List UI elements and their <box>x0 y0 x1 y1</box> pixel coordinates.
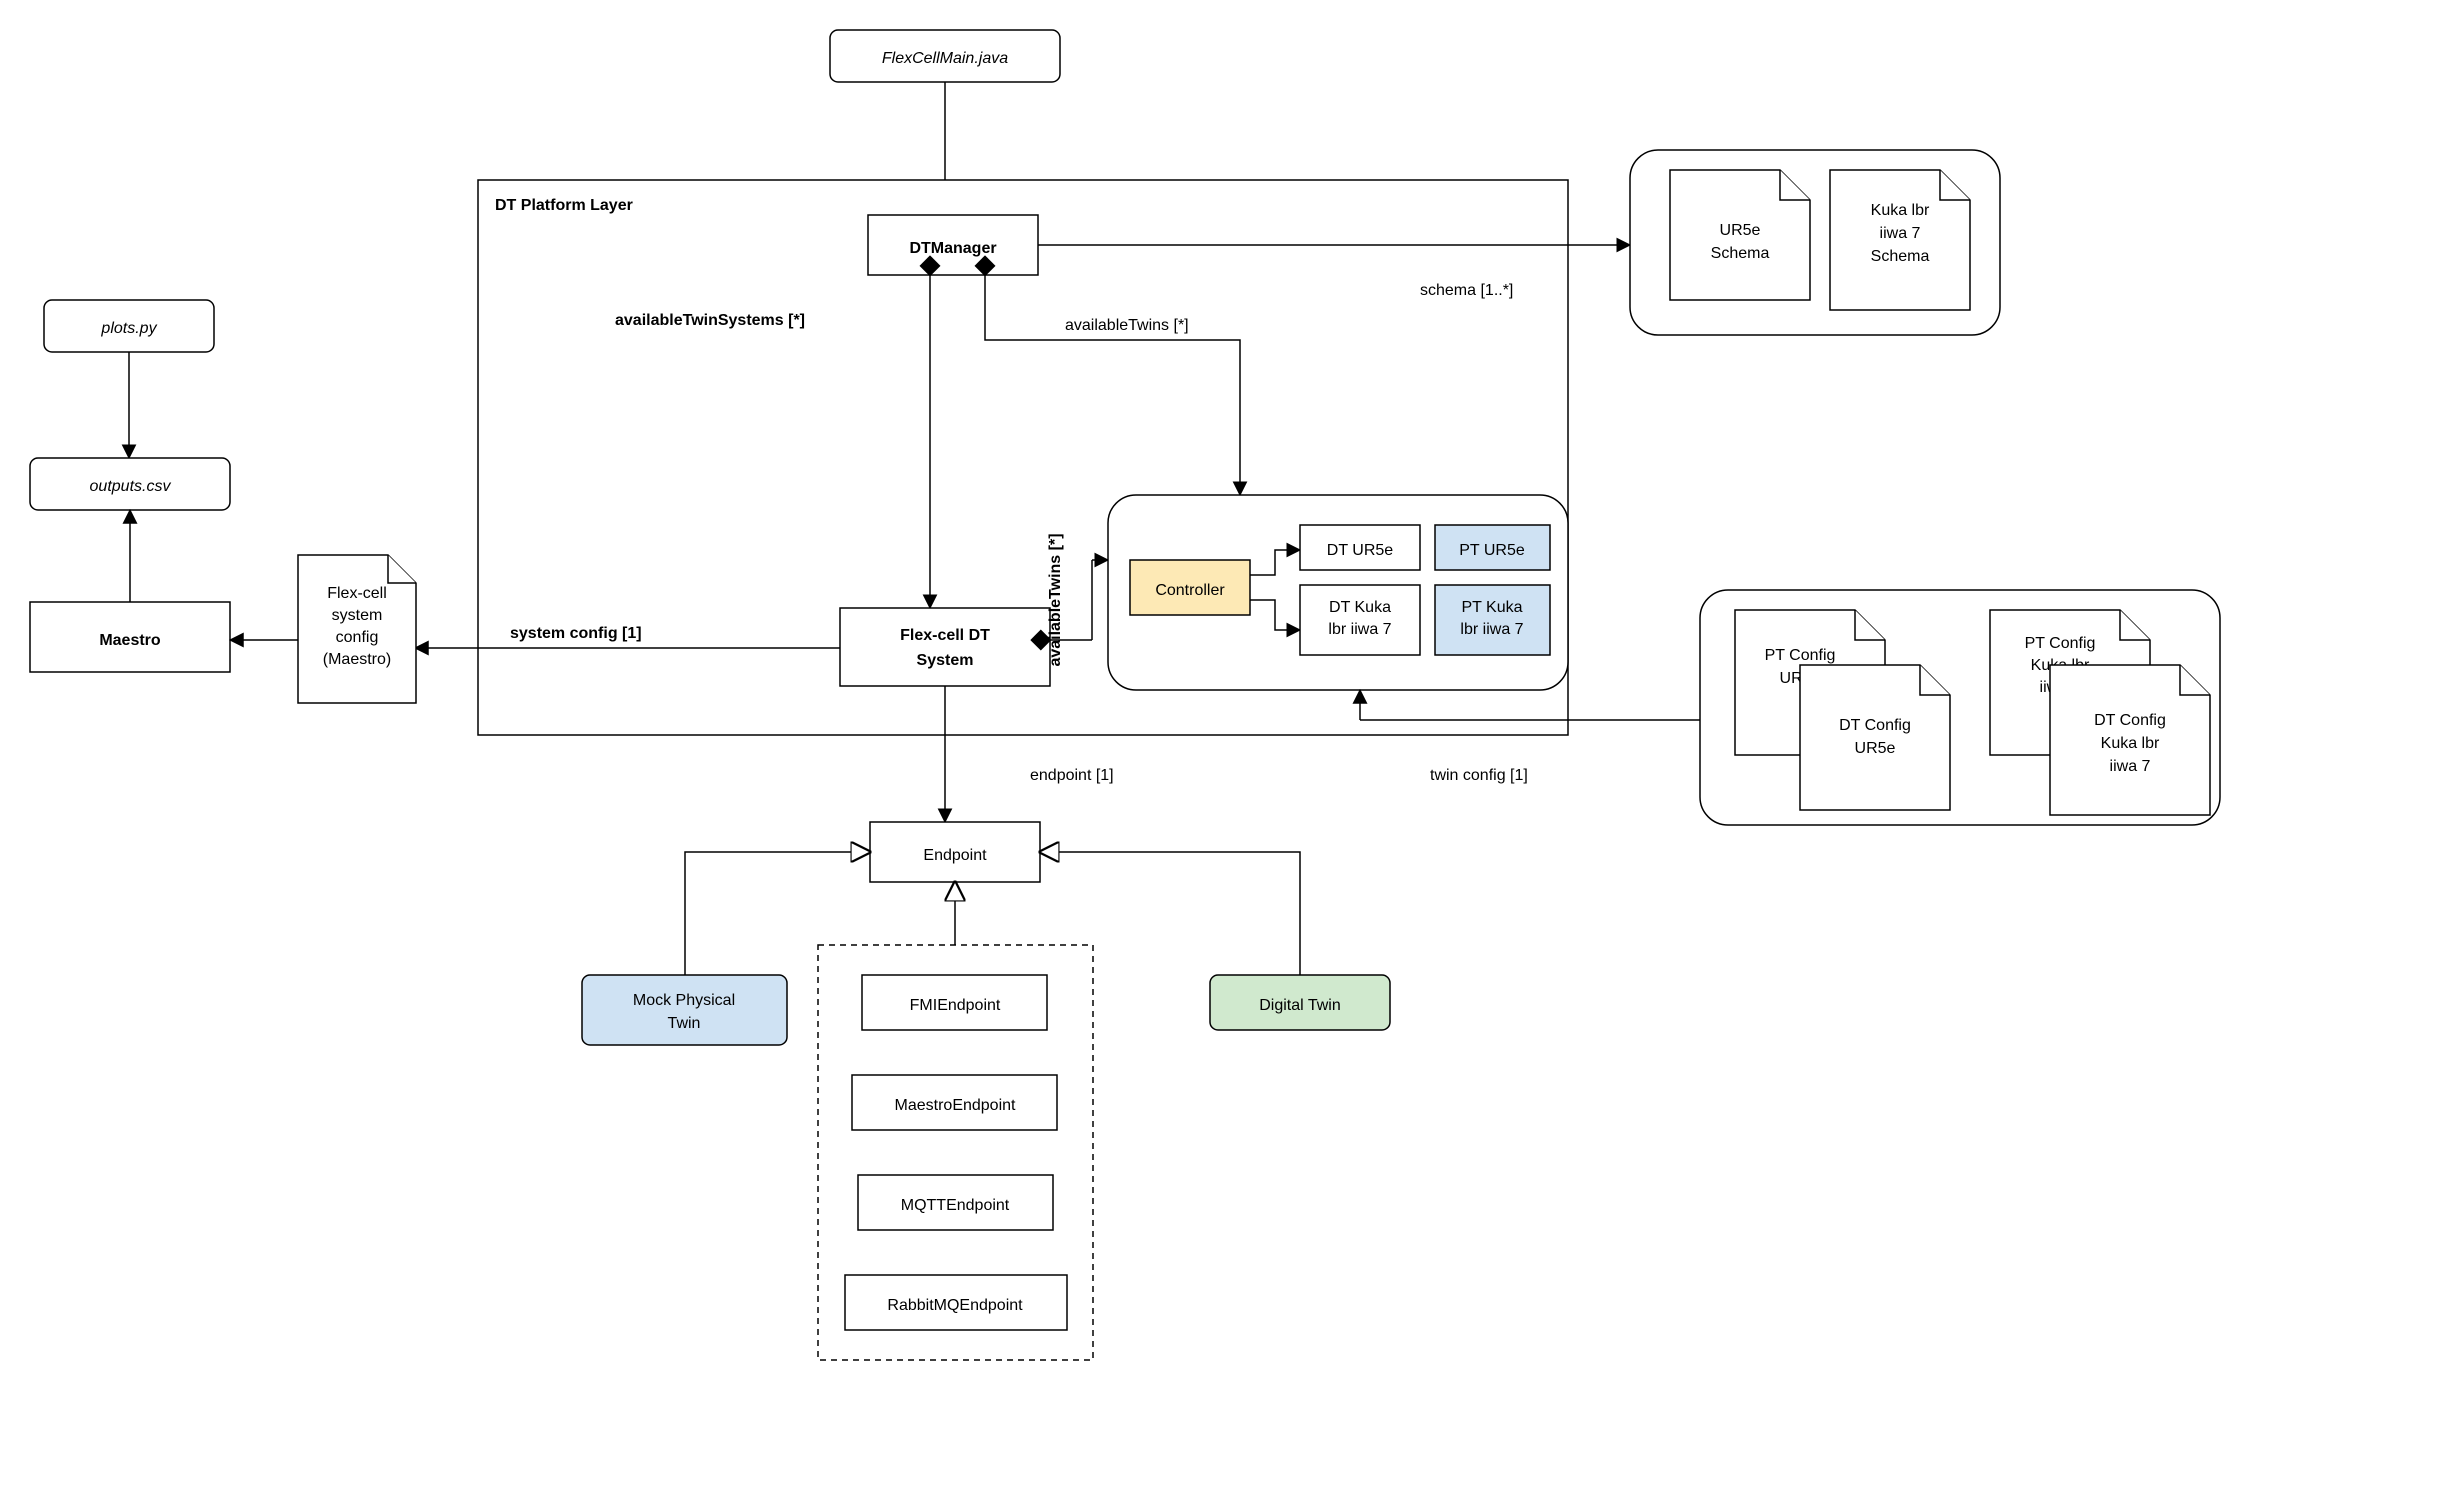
dt-kuka-label-2: lbr iiwa 7 <box>1328 621 1391 638</box>
svg-text:config: config <box>336 629 379 646</box>
schema-label: schema [1..*] <box>1420 282 1513 299</box>
svg-text:UR5e: UR5e <box>1855 740 1896 757</box>
svg-text:iiwa 7: iiwa 7 <box>1880 225 1921 242</box>
dt-kuka-box <box>1300 585 1420 655</box>
svg-text:system: system <box>332 607 383 624</box>
pt-kuka-label-2: lbr iiwa 7 <box>1460 621 1523 638</box>
svg-text:UR5e: UR5e <box>1720 222 1761 239</box>
flexcell-dt-system-label-1: Flex-cell DT <box>900 627 990 644</box>
available-twins-right-label: availableTwins [*] <box>1065 317 1189 334</box>
mock-physical-twin-label-1: Mock Physical <box>633 992 735 1009</box>
svg-text:(Maestro): (Maestro) <box>323 651 391 668</box>
pt-kuka-label-1: PT Kuka <box>1461 599 1522 616</box>
system-config-label: system config [1] <box>510 625 642 642</box>
svg-text:Flex-cell: Flex-cell <box>327 585 387 602</box>
dtmanager-label: DTManager <box>909 240 996 257</box>
available-twins-vertical-label: availableTwins [*] <box>1047 533 1064 666</box>
dt-ur5e-label: DT UR5e <box>1327 542 1393 559</box>
pt-kuka-box <box>1435 585 1550 655</box>
maestro-label: Maestro <box>99 632 161 649</box>
svg-text:Schema: Schema <box>1711 245 1770 262</box>
flexcell-dt-system-label-2: System <box>917 652 974 669</box>
flexcell-main-label: FlexCellMain.java <box>882 50 1008 67</box>
mock-physical-twin-label-2: Twin <box>668 1015 701 1032</box>
controller-label: Controller <box>1155 582 1225 599</box>
rabbit-endpoint-label: RabbitMQEndpoint <box>887 1297 1023 1314</box>
plots-label: plots.py <box>100 320 157 337</box>
svg-text:DT Config: DT Config <box>1839 717 1911 734</box>
dt-kuka-label-1: DT Kuka <box>1329 599 1391 616</box>
mqtt-endpoint-label: MQTTEndpoint <box>901 1197 1010 1214</box>
endpoint-label: Endpoint <box>923 847 987 864</box>
pt-ur5e-label: PT UR5e <box>1459 542 1525 559</box>
svg-text:PT Config: PT Config <box>1765 647 1836 664</box>
available-twin-systems-label: availableTwinSystems [*] <box>615 312 805 329</box>
svg-text:Kuka lbr: Kuka lbr <box>2101 735 2160 752</box>
svg-text:iiwa 7: iiwa 7 <box>2110 758 2151 775</box>
endpoint-edge-label: endpoint [1] <box>1030 767 1114 784</box>
svg-text:PT Config: PT Config <box>2025 635 2096 652</box>
svg-text:Kuka lbr: Kuka lbr <box>1871 202 1930 219</box>
twin-config-label: twin config [1] <box>1430 767 1528 784</box>
outputs-label: outputs.csv <box>90 478 172 495</box>
svg-text:DT Config: DT Config <box>2094 712 2166 729</box>
fmi-endpoint-label: FMIEndpoint <box>910 997 1001 1014</box>
mock-physical-twin-box <box>582 975 787 1045</box>
flexcell-dt-system-box <box>840 608 1050 686</box>
svg-text:Schema: Schema <box>1871 248 1930 265</box>
platform-layer-title: DT Platform Layer <box>495 197 633 214</box>
maestro-endpoint-label: MaestroEndpoint <box>895 1097 1017 1114</box>
digital-twin-label: Digital Twin <box>1259 997 1341 1014</box>
